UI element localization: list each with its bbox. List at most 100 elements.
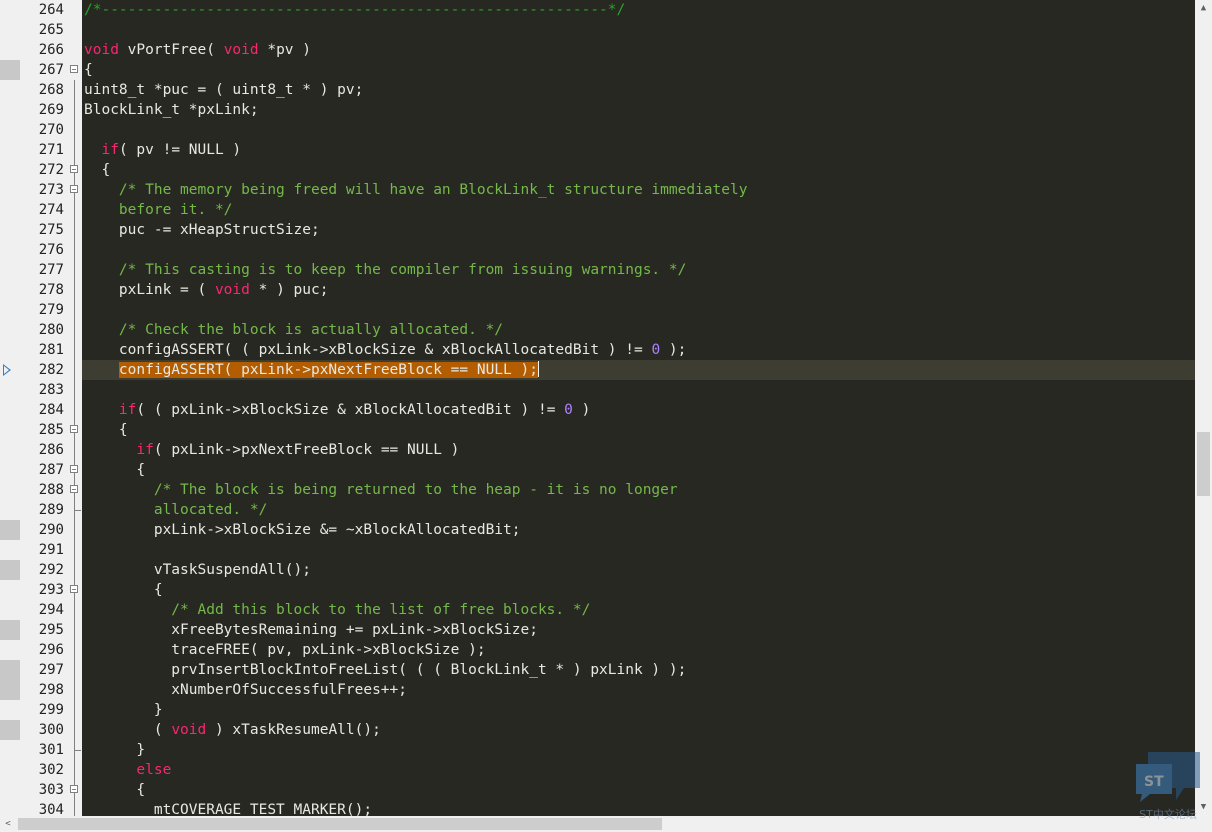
code-line[interactable]: void vPortFree( void *pv ) <box>84 40 311 60</box>
fold-minus-box-icon[interactable] <box>70 465 78 473</box>
code-line[interactable]: { <box>84 780 145 800</box>
line-number[interactable]: 271 <box>22 140 64 160</box>
line-number[interactable]: 293 <box>22 580 64 600</box>
code-line[interactable]: } <box>84 700 163 720</box>
code-line[interactable]: /* The memory being freed will have an B… <box>84 180 748 200</box>
fold-margin[interactable] <box>66 0 82 820</box>
code-line[interactable]: /* The block is being returned to the he… <box>84 480 678 500</box>
line-number[interactable]: 302 <box>22 760 64 780</box>
line-number[interactable]: 267 <box>22 60 64 80</box>
line-number[interactable]: 295 <box>22 620 64 640</box>
code-line[interactable]: mtCOVERAGE_TEST_MARKER(); <box>84 800 372 816</box>
line-number[interactable]: 286 <box>22 440 64 460</box>
line-number[interactable]: 283 <box>22 380 64 400</box>
code-token: allocated. */ <box>84 502 268 518</box>
code-line[interactable]: configASSERT( pxLink->pxNextFreeBlock ==… <box>84 360 539 380</box>
code-editor[interactable]: 264 265 266 267 268 269 270 271 272 273 274 275 276 2… <box>0 0 1212 832</box>
code-line[interactable]: pxLink = ( void * ) puc; <box>84 280 329 300</box>
code-line[interactable]: { <box>84 460 145 480</box>
line-number-gutter[interactable]: 264 265 266 267 268 269 270 271 272 273 274 275 276 2… <box>22 0 66 818</box>
code-line[interactable]: if( pv != NULL ) <box>84 140 241 160</box>
line-number[interactable]: 291 <box>22 540 64 560</box>
code-area[interactable]: /*--------------------------------------… <box>82 0 1195 816</box>
line-number[interactable]: 268 <box>22 80 64 100</box>
fold-minus-box-icon[interactable] <box>70 65 78 73</box>
vertical-scrollbar[interactable]: ▲ ▼ <box>1195 0 1212 816</box>
code-line[interactable]: if( pxLink->pxNextFreeBlock == NULL ) <box>84 440 459 460</box>
vertical-scroll-thumb[interactable] <box>1197 432 1210 496</box>
line-number[interactable]: 292 <box>22 560 64 580</box>
horizontal-scroll-thumb[interactable] <box>18 818 662 830</box>
code-line[interactable]: { <box>84 160 110 180</box>
fold-minus-box-icon[interactable] <box>70 785 78 793</box>
fold-minus-box-icon[interactable] <box>70 425 78 433</box>
code-line[interactable]: /* Add this block to the list of free bl… <box>84 600 590 620</box>
line-number[interactable]: 301 <box>22 740 64 760</box>
code-line[interactable]: allocated. */ <box>84 500 268 520</box>
code-line[interactable]: if( ( pxLink->xBlockSize & xBlockAllocat… <box>84 400 590 420</box>
line-number[interactable]: 281 <box>22 340 64 360</box>
scroll-up-arrow-icon[interactable]: ▲ <box>1195 0 1212 17</box>
scroll-left-arrow-icon[interactable]: < <box>0 816 16 832</box>
line-number[interactable]: 280 <box>22 320 64 340</box>
line-number[interactable]: 273 <box>22 180 64 200</box>
code-line[interactable]: { <box>84 580 163 600</box>
line-number[interactable]: 300 <box>22 720 64 740</box>
line-number[interactable]: 297 <box>22 660 64 680</box>
line-number[interactable]: 282 <box>22 360 64 380</box>
line-number[interactable]: 287 <box>22 460 64 480</box>
code-line[interactable]: xFreeBytesRemaining += pxLink->xBlockSiz… <box>84 620 538 640</box>
line-number[interactable]: 278 <box>22 280 64 300</box>
code-line[interactable]: { <box>84 420 128 440</box>
line-number[interactable]: 299 <box>22 700 64 720</box>
code-token: ) <box>572 402 591 418</box>
fold-minus-box-icon[interactable] <box>70 165 78 173</box>
marker-margin[interactable] <box>0 0 22 816</box>
code-line[interactable]: { <box>84 60 93 80</box>
code-line[interactable]: /* This casting is to keep the compiler … <box>84 260 686 280</box>
line-number[interactable]: 284 <box>22 400 64 420</box>
line-number[interactable]: 275 <box>22 220 64 240</box>
line-number[interactable]: 294 <box>22 600 64 620</box>
line-number[interactable]: 296 <box>22 640 64 660</box>
code-line[interactable]: vTaskSuspendAll(); <box>84 560 311 580</box>
line-number[interactable]: 290 <box>22 520 64 540</box>
line-number[interactable]: 289 <box>22 500 64 520</box>
code-line[interactable]: puc -= xHeapStructSize; <box>84 220 320 240</box>
line-number[interactable]: 285 <box>22 420 64 440</box>
line-number[interactable]: 264 <box>22 0 64 20</box>
line-number[interactable]: 274 <box>22 200 64 220</box>
code-line[interactable]: pxLink->xBlockSize &= ~xBlockAllocatedBi… <box>84 520 521 540</box>
line-number[interactable]: 298 <box>22 680 64 700</box>
line-number[interactable]: 266 <box>22 40 64 60</box>
line-number[interactable]: 270 <box>22 120 64 140</box>
code-line[interactable]: before it. */ <box>84 200 233 220</box>
code-token: void <box>214 282 250 298</box>
line-number[interactable]: 279 <box>22 300 64 320</box>
line-number[interactable]: 269 <box>22 100 64 120</box>
fold-minus-box-icon[interactable] <box>70 185 78 193</box>
code-line[interactable]: traceFREE( pv, pxLink->xBlockSize ); <box>84 640 485 660</box>
code-line[interactable]: prvInsertBlockIntoFreeList( ( ( BlockLin… <box>84 660 686 680</box>
line-number[interactable]: 303 <box>22 780 64 800</box>
line-number[interactable]: 272 <box>22 160 64 180</box>
code-line[interactable]: xNumberOfSuccessfulFrees++; <box>84 680 407 700</box>
code-line[interactable]: BlockLink_t *pxLink; <box>84 100 259 120</box>
fold-minus-box-icon[interactable] <box>70 485 78 493</box>
fold-minus-box-icon[interactable] <box>70 585 78 593</box>
change-marker <box>0 560 20 580</box>
code-line[interactable]: uint8_t *puc = ( uint8_t * ) pv; <box>84 80 363 100</box>
line-number[interactable]: 276 <box>22 240 64 260</box>
code-line[interactable]: ( void ) xTaskResumeAll(); <box>84 720 381 740</box>
code-token: ( pxLink->pxNextFreeBlock == NULL ) <box>153 442 460 458</box>
code-line[interactable]: } <box>84 740 145 760</box>
line-number[interactable]: 288 <box>22 480 64 500</box>
line-number[interactable]: 265 <box>22 20 64 40</box>
code-line[interactable]: else <box>84 760 171 780</box>
code-line[interactable]: /*--------------------------------------… <box>84 0 625 20</box>
bookmark-arrow-icon[interactable] <box>3 364 11 376</box>
line-number[interactable]: 277 <box>22 260 64 280</box>
horizontal-scrollbar[interactable]: < <box>0 816 1195 832</box>
code-line[interactable]: configASSERT( ( pxLink->xBlockSize & xBl… <box>84 340 686 360</box>
code-line[interactable]: /* Check the block is actually allocated… <box>84 320 503 340</box>
